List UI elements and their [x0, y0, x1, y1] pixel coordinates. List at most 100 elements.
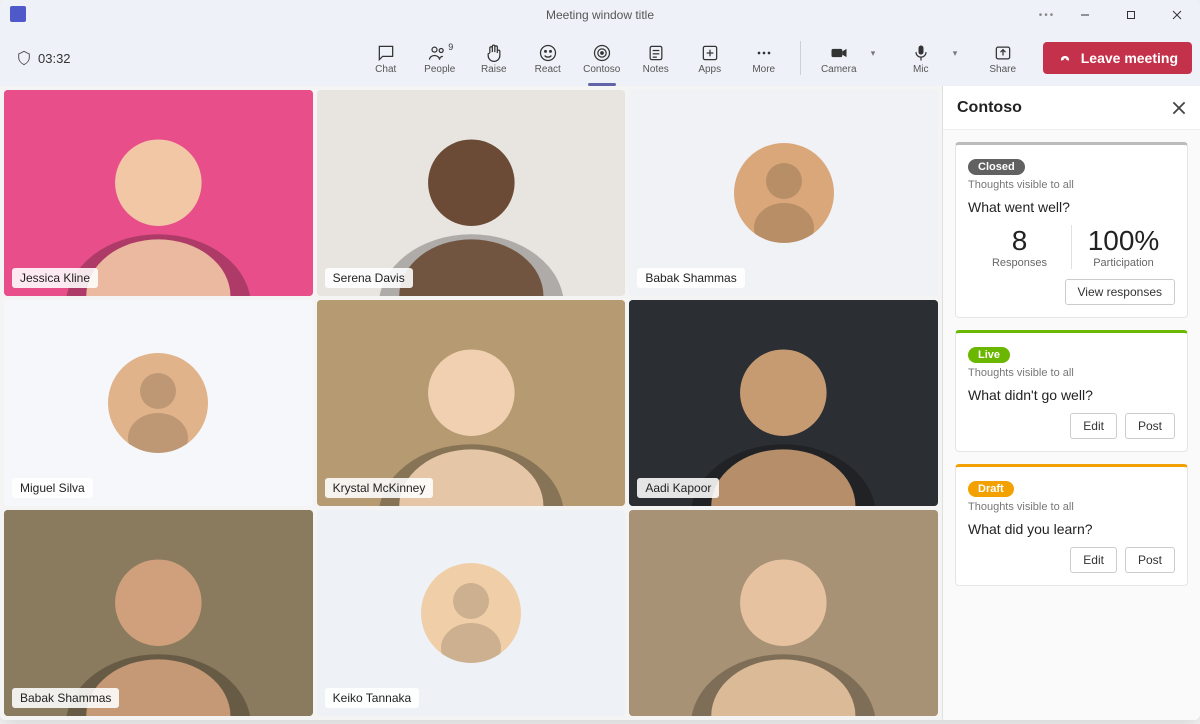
poll-card: Draft Thoughts visible to all What did you… — [955, 464, 1188, 586]
participant-name: Krystal McKinney — [325, 478, 434, 498]
avatar — [734, 143, 834, 243]
status-badge: Live — [968, 347, 1010, 363]
video-grid: Jessica Kline Serena Davis Babak Shammas Mi… — [0, 86, 942, 720]
video-tile[interactable]: Miguel Silva — [4, 300, 313, 506]
shield-icon — [16, 50, 32, 66]
poll-card: Live Thoughts visible to all What didn't g… — [955, 330, 1188, 452]
participation-label: Participation — [1072, 257, 1175, 269]
poll-card: ClosedThoughts visible to allWhat went w… — [955, 142, 1188, 318]
maximize-button[interactable] — [1108, 0, 1154, 30]
more-window-options[interactable]: ••• — [1032, 0, 1062, 30]
video-tile[interactable]: Jessica Kline — [4, 90, 313, 296]
share-label: Share — [989, 64, 1016, 75]
post-button[interactable]: Post — [1125, 413, 1175, 439]
video-tile[interactable]: Aadi Kapoor — [629, 300, 938, 506]
panel-close-button[interactable] — [1172, 101, 1186, 115]
view-responses-button[interactable]: View responses — [1065, 279, 1176, 305]
meeting-timer: 03:32 — [8, 50, 71, 66]
camera-button[interactable]: Camera — [813, 34, 865, 82]
video-tile[interactable] — [629, 510, 938, 716]
notes-label: Notes — [643, 64, 669, 75]
more-button[interactable]: More — [740, 34, 788, 82]
leave-meeting-button[interactable]: Leave meeting — [1043, 42, 1192, 74]
timer-value: 03:32 — [38, 51, 71, 66]
notes-icon — [646, 42, 666, 64]
person-silhouette — [4, 90, 313, 296]
status-badge: Closed — [968, 159, 1025, 175]
contoso-label: Contoso — [583, 64, 620, 75]
person-silhouette — [317, 90, 626, 296]
avatar — [421, 563, 521, 663]
participant-name: Miguel Silva — [12, 478, 93, 498]
avatar — [108, 353, 208, 453]
contoso-app-button[interactable]: Contoso — [578, 34, 626, 82]
share-icon — [993, 42, 1013, 64]
participant-name: Serena Davis — [325, 268, 413, 288]
react-button[interactable]: React — [524, 34, 572, 82]
raise-hand-button[interactable]: Raise — [470, 34, 518, 82]
camera-label: Camera — [821, 64, 857, 75]
video-tile[interactable]: Krystal McKinney — [317, 300, 626, 506]
camera-chevron-icon[interactable]: ▾ — [871, 48, 885, 59]
responses-count: 8 — [968, 225, 1071, 257]
post-button[interactable]: Post — [1125, 547, 1175, 573]
main-area: Jessica Kline Serena Davis Babak Shammas Mi… — [0, 86, 1200, 720]
react-icon — [538, 42, 558, 64]
minimize-button[interactable] — [1062, 0, 1108, 30]
react-label: React — [535, 64, 561, 75]
video-tile[interactable]: Babak Shammas — [4, 510, 313, 716]
leave-icon — [1057, 50, 1073, 66]
person-silhouette — [317, 300, 626, 506]
panel-title: Contoso — [957, 99, 1022, 117]
people-label: People — [424, 64, 455, 75]
poll-question: What didn't go well? — [968, 387, 1175, 403]
toolbar: 03:32 Chat 9 People Raise R — [0, 30, 1200, 86]
card-actions: View responses — [968, 279, 1175, 305]
people-button[interactable]: 9 People — [416, 34, 464, 82]
close-button[interactable] — [1154, 0, 1200, 30]
participant-name: Aadi Kapoor — [637, 478, 719, 498]
edit-button[interactable]: Edit — [1070, 413, 1117, 439]
more-label: More — [752, 64, 775, 75]
mic-chevron-icon[interactable]: ▾ — [953, 48, 967, 59]
video-tile[interactable]: Serena Davis — [317, 90, 626, 296]
mic-icon — [911, 42, 931, 64]
notes-button[interactable]: Notes — [632, 34, 680, 82]
window-title: Meeting window title — [546, 8, 654, 22]
edit-button[interactable]: Edit — [1070, 547, 1117, 573]
status-badge: Draft — [968, 481, 1014, 497]
share-button[interactable]: Share — [977, 34, 1029, 82]
leave-label: Leave meeting — [1081, 50, 1178, 66]
toolbar-divider — [800, 41, 801, 75]
responses-label: Responses — [968, 257, 1071, 269]
participant-name: Babak Shammas — [12, 688, 119, 708]
card-actions: Edit Post — [968, 547, 1175, 573]
apps-label: Apps — [698, 64, 721, 75]
titlebar: Meeting window title ••• — [0, 0, 1200, 30]
poll-question: What went well? — [968, 199, 1175, 215]
apps-icon — [700, 42, 720, 64]
card-actions: Edit Post — [968, 413, 1175, 439]
video-tile[interactable]: Babak Shammas — [629, 90, 938, 296]
participant-name: Babak Shammas — [637, 268, 744, 288]
poll-stats: 8Responses100%Participation — [968, 225, 1175, 269]
app-icon — [10, 6, 26, 22]
visibility-text: Thoughts visible to all — [968, 501, 1175, 513]
poll-question: What did you learn? — [968, 521, 1175, 537]
chat-button[interactable]: Chat — [362, 34, 410, 82]
person-silhouette — [629, 510, 938, 716]
participant-name: Keiko Tannaka — [325, 688, 420, 708]
chat-label: Chat — [375, 64, 396, 75]
panel-body: Closed Thoughts visible to all What went w… — [943, 130, 1200, 720]
apps-button[interactable]: Apps — [686, 34, 734, 82]
raise-hand-icon — [484, 42, 504, 64]
person-silhouette — [629, 300, 938, 506]
video-tile[interactable]: Keiko Tannaka — [317, 510, 626, 716]
contoso-icon — [592, 42, 612, 64]
participation-count: 100% — [1072, 225, 1175, 257]
mic-button[interactable]: Mic — [895, 34, 947, 82]
panel-header: Contoso — [943, 86, 1200, 130]
visibility-text: Thoughts visible to all — [968, 367, 1175, 379]
app-window: Meeting window title ••• 03:32 — [0, 0, 1200, 720]
raise-label: Raise — [481, 64, 507, 75]
